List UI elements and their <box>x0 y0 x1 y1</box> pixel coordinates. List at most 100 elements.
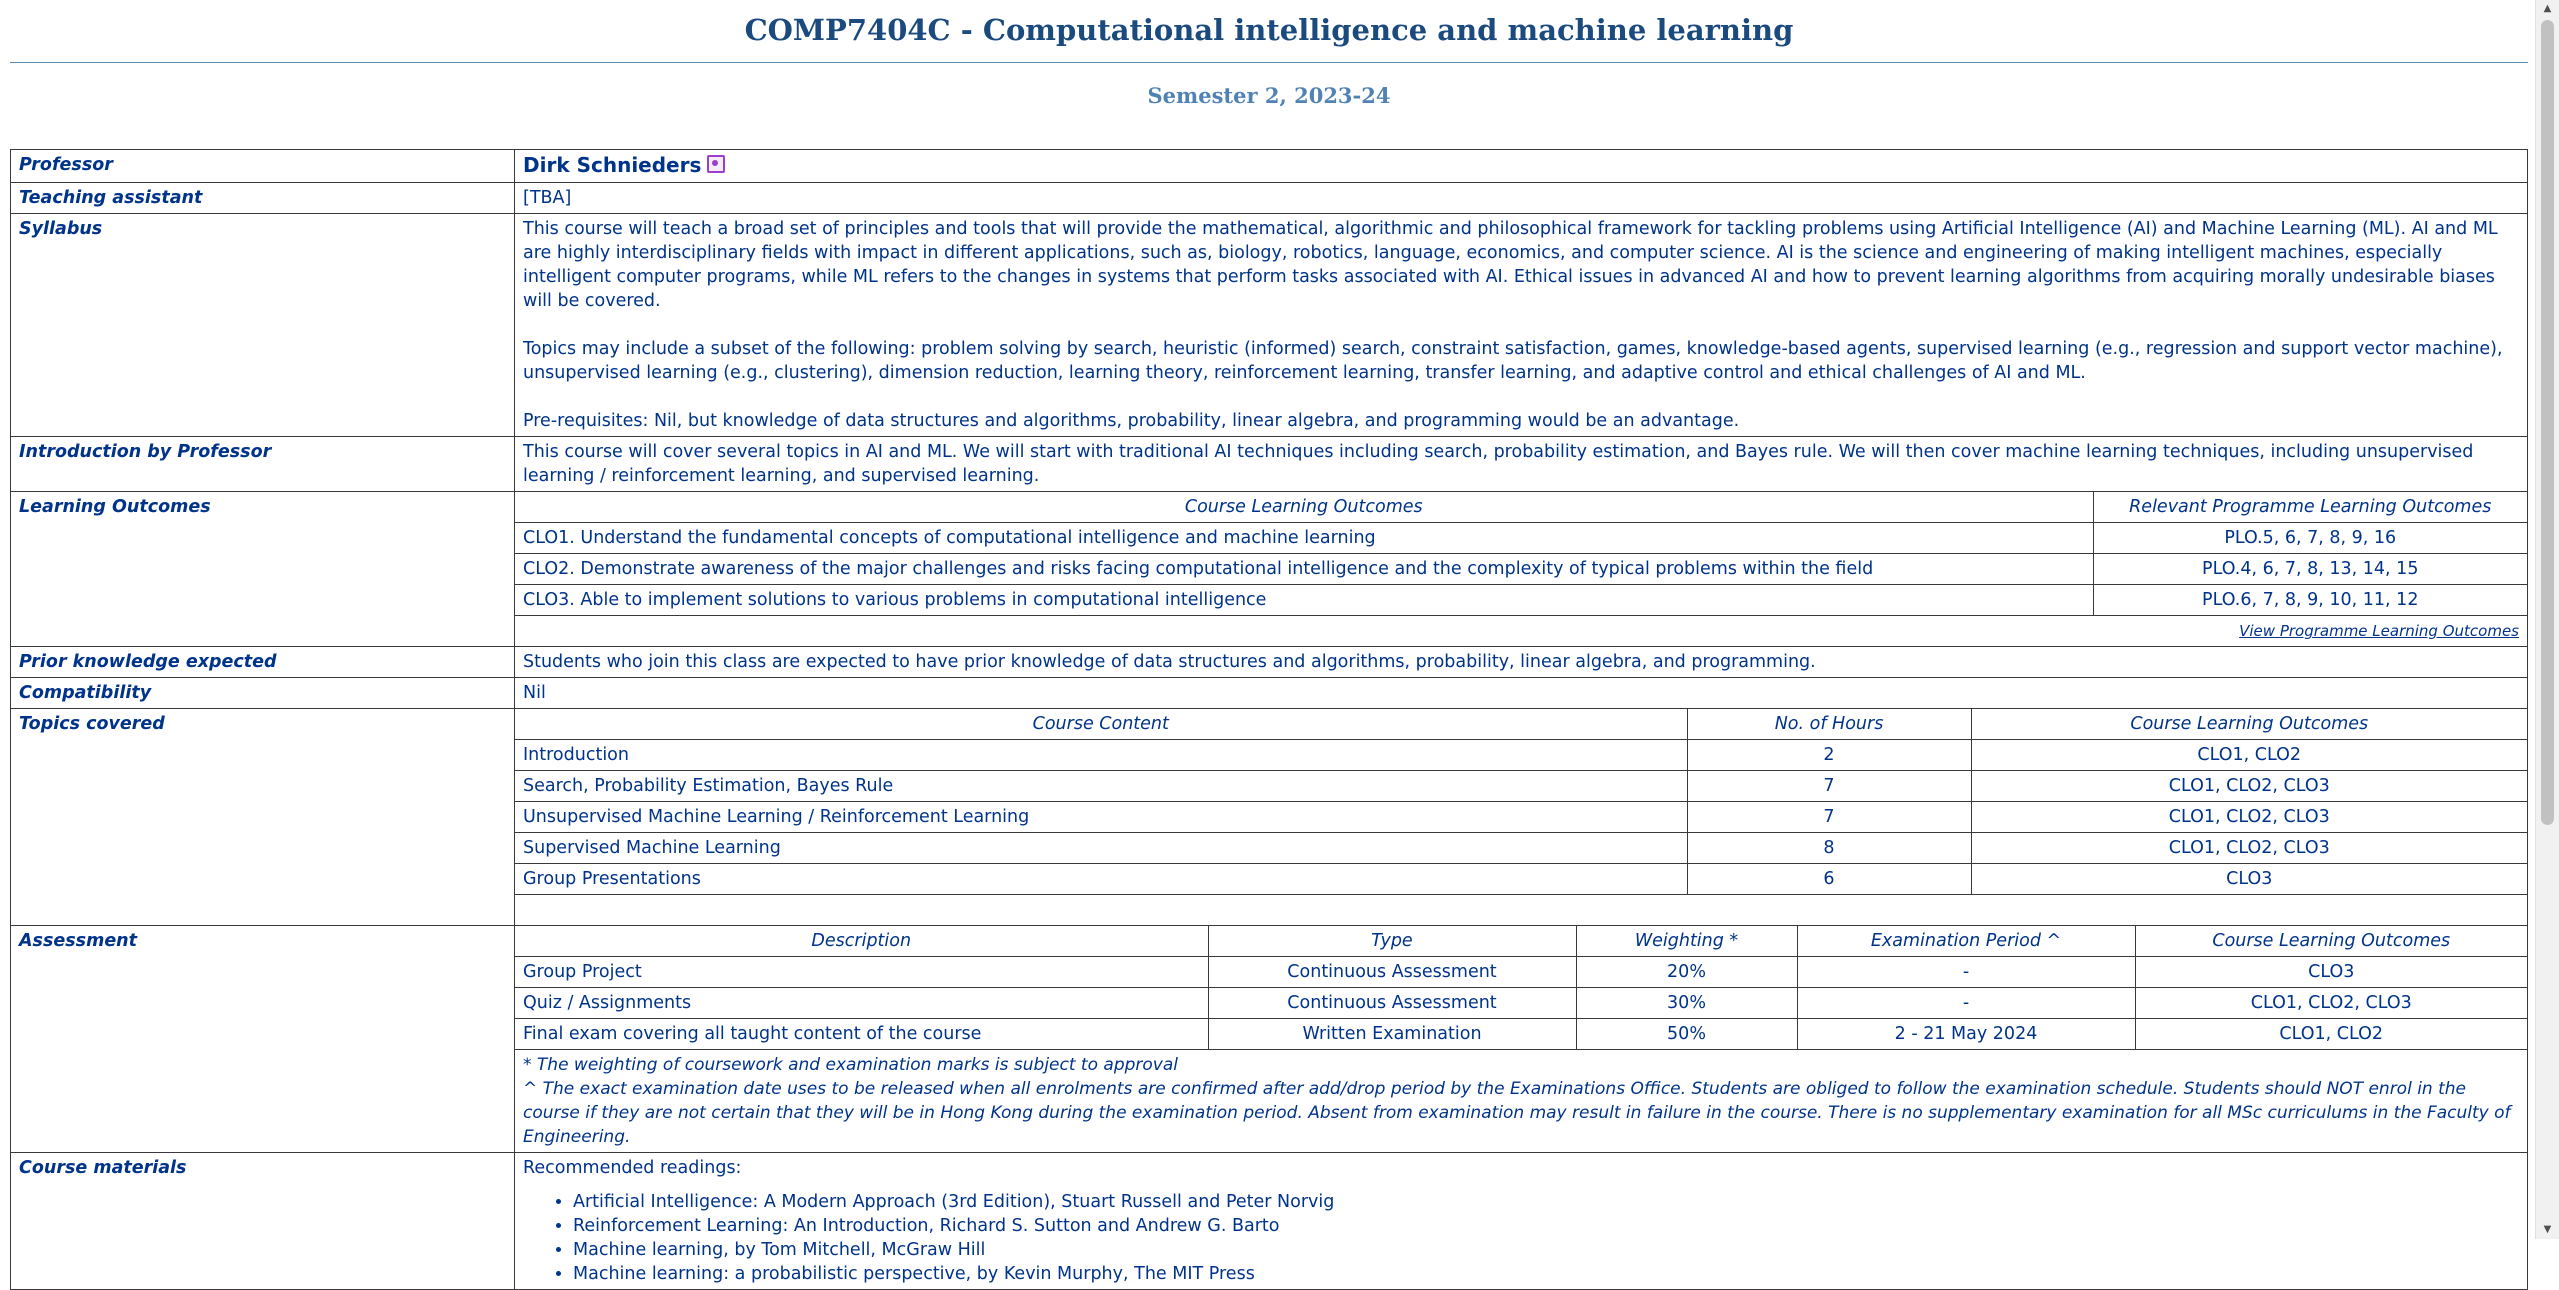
table-cell: 7 <box>1686 801 1972 833</box>
row-teaching-assistant: Teaching assistant [TBA] <box>10 182 2528 214</box>
column-header: No. of Hours <box>1686 709 1972 740</box>
introduction-value: This course will cover several topics in… <box>514 436 2528 492</box>
column-header: Course Content <box>515 709 1688 740</box>
materials-value: Recommended readings: Artificial Intelli… <box>514 1152 2528 1290</box>
column-header: Weighting * <box>1575 926 1798 957</box>
label-topics: Topics covered <box>10 708 515 926</box>
table-cell: Final exam covering all taught content o… <box>515 1018 1209 1050</box>
link-cell: View Programme Learning Outcomes <box>515 615 2527 646</box>
table-cell: 20% <box>1575 956 1798 988</box>
profile-icon[interactable] <box>707 155 726 173</box>
readings-intro: Recommended readings: <box>523 1158 742 1178</box>
syllabus-prerequisites: Pre-requisites: Nil, but knowledge of da… <box>523 411 1740 431</box>
readings-list: Artificial Intelligence: A Modern Approa… <box>523 1190 2519 1286</box>
list-item: Machine learning, by Tom Mitchell, McGra… <box>573 1238 2519 1262</box>
scroll-down-arrow-icon[interactable]: ▼ <box>2536 1221 2559 1239</box>
row-introduction: Introduction by Professor This course wi… <box>10 436 2528 492</box>
row-topics: Topics covered Course Content No. of Hou… <box>10 708 2528 926</box>
compatibility-value: Nil <box>514 677 2528 709</box>
assessment-cell: Description Type Weighting * Examination… <box>514 925 2528 1153</box>
table-cell: 7 <box>1686 770 1972 802</box>
label-materials: Course materials <box>10 1152 515 1290</box>
table-row: Group Project Continuous Assessment 20% … <box>515 956 2527 988</box>
table-cell: Supervised Machine Learning <box>515 832 1688 864</box>
column-header: Course Learning Outcomes <box>1970 709 2527 740</box>
course-info-table: Professor Dirk Schnieders Teaching assis… <box>10 149 2528 1290</box>
table-cell: CLO1, CLO2, CLO3 <box>2134 987 2527 1019</box>
label-prior-knowledge: Prior knowledge expected <box>10 646 515 678</box>
table-cell: Continuous Assessment <box>1207 987 1577 1019</box>
table-row: Final exam covering all taught content o… <box>515 1018 2527 1050</box>
table-header-row: Course Content No. of Hours Course Learn… <box>515 709 2527 740</box>
assessment-notes: * The weighting of coursework and examin… <box>515 1049 2527 1152</box>
label-learning-outcomes: Learning Outcomes <box>10 491 515 647</box>
view-plo-link[interactable]: View Programme Learning Outcomes <box>2239 622 2519 640</box>
topics-table: Course Content No. of Hours Course Learn… <box>515 709 2527 925</box>
table-cell: CLO2. Demonstrate awareness of the major… <box>515 553 2094 585</box>
empty-cell <box>515 894 2527 925</box>
table-row: CLO1. Understand the fundamental concept… <box>515 522 2527 554</box>
table-cell: Unsupervised Machine Learning / Reinforc… <box>515 801 1688 833</box>
table-cell: 2 - 21 May 2024 <box>1796 1018 2136 1050</box>
table-cell: PLO.6, 7, 8, 9, 10, 11, 12 <box>2092 584 2527 616</box>
column-header: Course Learning Outcomes <box>2134 926 2527 957</box>
teaching-assistant-value: [TBA] <box>514 182 2528 214</box>
table-row: Quiz / Assignments Continuous Assessment… <box>515 987 2527 1019</box>
learning-outcomes-table: Course Learning Outcomes Relevant Progra… <box>515 492 2527 646</box>
row-prior-knowledge: Prior knowledge expected Students who jo… <box>10 646 2528 678</box>
table-header-row: Course Learning Outcomes Relevant Progra… <box>515 492 2527 523</box>
table-cell: 8 <box>1686 832 1972 864</box>
table-cell: CLO1, CLO2, CLO3 <box>1970 770 2527 802</box>
table-cell: CLO1, CLO2, CLO3 <box>1970 832 2527 864</box>
table-cell: Written Examination <box>1207 1018 1577 1050</box>
syllabus-paragraph-2: Topics may include a subset of the follo… <box>523 339 2503 383</box>
label-syllabus: Syllabus <box>10 213 515 437</box>
exam-period-note: ^ The exact examination date uses to be … <box>523 1079 2511 1147</box>
table-row: CLO3. Able to implement solutions to var… <box>515 584 2527 616</box>
table-row: Group Presentations 6 CLO3 <box>515 863 2527 895</box>
column-header: Relevant Programme Learning Outcomes <box>2092 492 2527 523</box>
scrollbar-thumb[interactable] <box>2541 20 2554 825</box>
column-header: Description <box>515 926 1209 957</box>
prior-knowledge-value: Students who join this class are expecte… <box>514 646 2528 678</box>
topics-cell: Course Content No. of Hours Course Learn… <box>514 708 2528 926</box>
row-syllabus: Syllabus This course will teach a broad … <box>10 213 2528 437</box>
table-row: CLO2. Demonstrate awareness of the major… <box>515 553 2527 585</box>
table-cell: Search, Probability Estimation, Bayes Ru… <box>515 770 1688 802</box>
table-cell: Group Presentations <box>515 863 1688 895</box>
table-cell: PLO.4, 6, 7, 8, 13, 14, 15 <box>2092 553 2527 585</box>
table-cell: CLO3. Able to implement solutions to var… <box>515 584 2094 616</box>
row-compatibility: Compatibility Nil <box>10 677 2528 709</box>
table-cell: CLO1, CLO2, CLO3 <box>1970 801 2527 833</box>
vertical-scrollbar[interactable]: ▲ ▼ <box>2535 0 2559 1239</box>
label-professor: Professor <box>10 149 515 183</box>
assessment-table: Description Type Weighting * Examination… <box>515 926 2527 1152</box>
table-cell: Group Project <box>515 956 1209 988</box>
learning-outcomes-cell: Course Learning Outcomes Relevant Progra… <box>514 491 2528 647</box>
table-cell: 6 <box>1686 863 1972 895</box>
list-item: Machine learning: a probabilistic perspe… <box>573 1262 2519 1286</box>
table-cell: 2 <box>1686 739 1972 771</box>
professor-name[interactable]: Dirk Schnieders <box>523 153 701 177</box>
row-learning-outcomes: Learning Outcomes Course Learning Outcom… <box>10 491 2528 647</box>
table-cell: CLO3 <box>2134 956 2527 988</box>
table-cell: 50% <box>1575 1018 1798 1050</box>
table-cell: PLO.5, 6, 7, 8, 9, 16 <box>2092 522 2527 554</box>
column-header: Examination Period ^ <box>1796 926 2136 957</box>
page-title: COMP7404C - Computational intelligence a… <box>744 13 1794 47</box>
table-cell: CLO1. Understand the fundamental concept… <box>515 522 2094 554</box>
row-assessment: Assessment Description Type Weighting * … <box>10 925 2528 1153</box>
table-row-empty <box>515 894 2527 925</box>
table-cell: CLO1, CLO2 <box>2134 1018 2527 1050</box>
table-cell: 30% <box>1575 987 1798 1019</box>
scroll-up-arrow-icon[interactable]: ▲ <box>2536 0 2559 18</box>
label-assessment: Assessment <box>10 925 515 1153</box>
table-row: Introduction 2 CLO1, CLO2 <box>515 739 2527 771</box>
table-row: Unsupervised Machine Learning / Reinforc… <box>515 801 2527 833</box>
label-compatibility: Compatibility <box>10 677 515 709</box>
table-row: Supervised Machine Learning 8 CLO1, CLO2… <box>515 832 2527 864</box>
table-cell: CLO3 <box>1970 863 2527 895</box>
label-introduction: Introduction by Professor <box>10 436 515 492</box>
professor-value: Dirk Schnieders <box>514 149 2528 183</box>
table-row: View Programme Learning Outcomes <box>515 615 2527 646</box>
